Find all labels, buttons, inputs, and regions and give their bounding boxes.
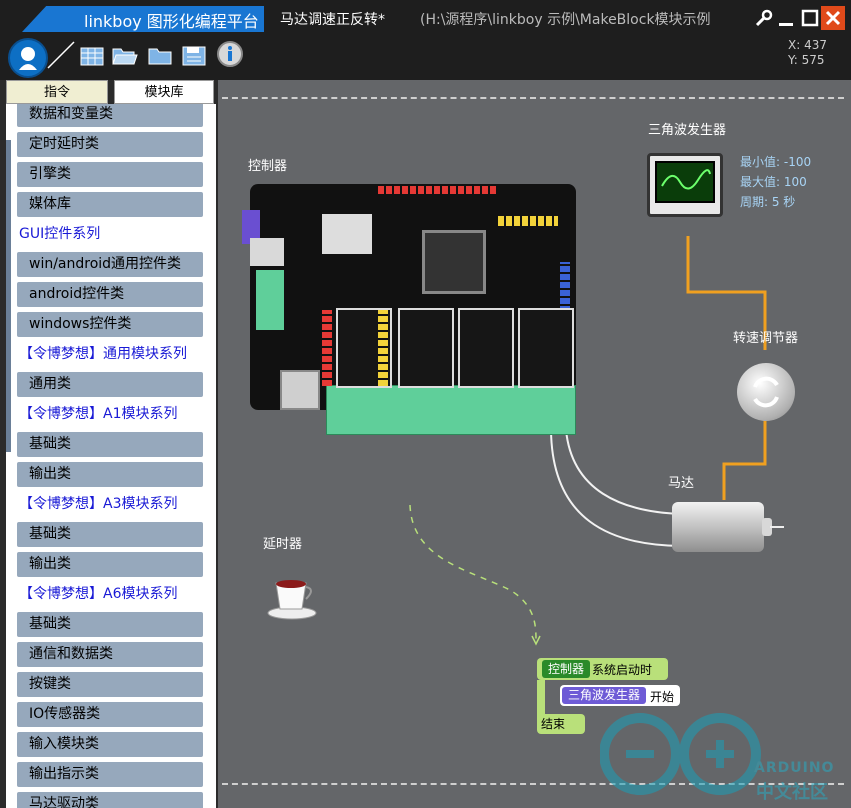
oscilloscope-icon: [655, 161, 715, 203]
triwave-max: 最大值: 100: [740, 175, 807, 189]
header-pins-red-side: [322, 310, 332, 386]
speed-knob-module[interactable]: [737, 363, 795, 421]
arduino-watermark: ARDUINO 中文社区: [599, 700, 850, 808]
microcontroller-chip: [422, 230, 486, 294]
header-pins-yellow: [498, 216, 558, 226]
event-block-end: 结束: [537, 714, 585, 734]
refresh-icon: [753, 376, 779, 408]
stepper-driver-4: [518, 308, 574, 388]
event-link-line: [409, 504, 537, 641]
watermark-line2: 中文社区: [756, 782, 828, 803]
power-terminal: [256, 270, 284, 330]
header-pins-red: [378, 186, 498, 194]
triwave-label: 三角波发生器: [648, 123, 727, 138]
speed-knob-label: 转速调节器: [733, 331, 799, 346]
motor-label: 马达: [668, 476, 695, 491]
lcd-module: [322, 214, 372, 254]
watermark-line1: ARDUINO: [754, 760, 835, 776]
wire-motor-1: [550, 429, 681, 547]
delay-label: 延时器: [263, 537, 303, 552]
controller-label: 控制器: [248, 159, 288, 174]
triwave-module[interactable]: [647, 153, 723, 217]
motor-module[interactable]: [672, 502, 764, 552]
motor-shaft: [770, 526, 784, 528]
stepper-driver-2: [398, 308, 454, 388]
power-jack: [250, 238, 284, 266]
triwave-min: 最小值: -100: [740, 155, 812, 169]
event-block-controller-tag: 控制器: [542, 660, 590, 678]
header-pins-blue: [560, 262, 570, 312]
motor-terminal-strip: [326, 385, 576, 435]
event-block-spine: [537, 680, 545, 714]
wire-motor-2: [565, 429, 683, 515]
usb-connector: [280, 370, 320, 410]
header-pins-yellow-side: [378, 310, 388, 386]
coffee-cup-icon[interactable]: [264, 575, 320, 621]
triwave-period: 周期: 5 秒: [740, 195, 796, 209]
wire-knob-motor: [722, 420, 767, 500]
event-block-text: 系统启动时: [592, 663, 653, 677]
stepper-driver-3: [458, 308, 514, 388]
